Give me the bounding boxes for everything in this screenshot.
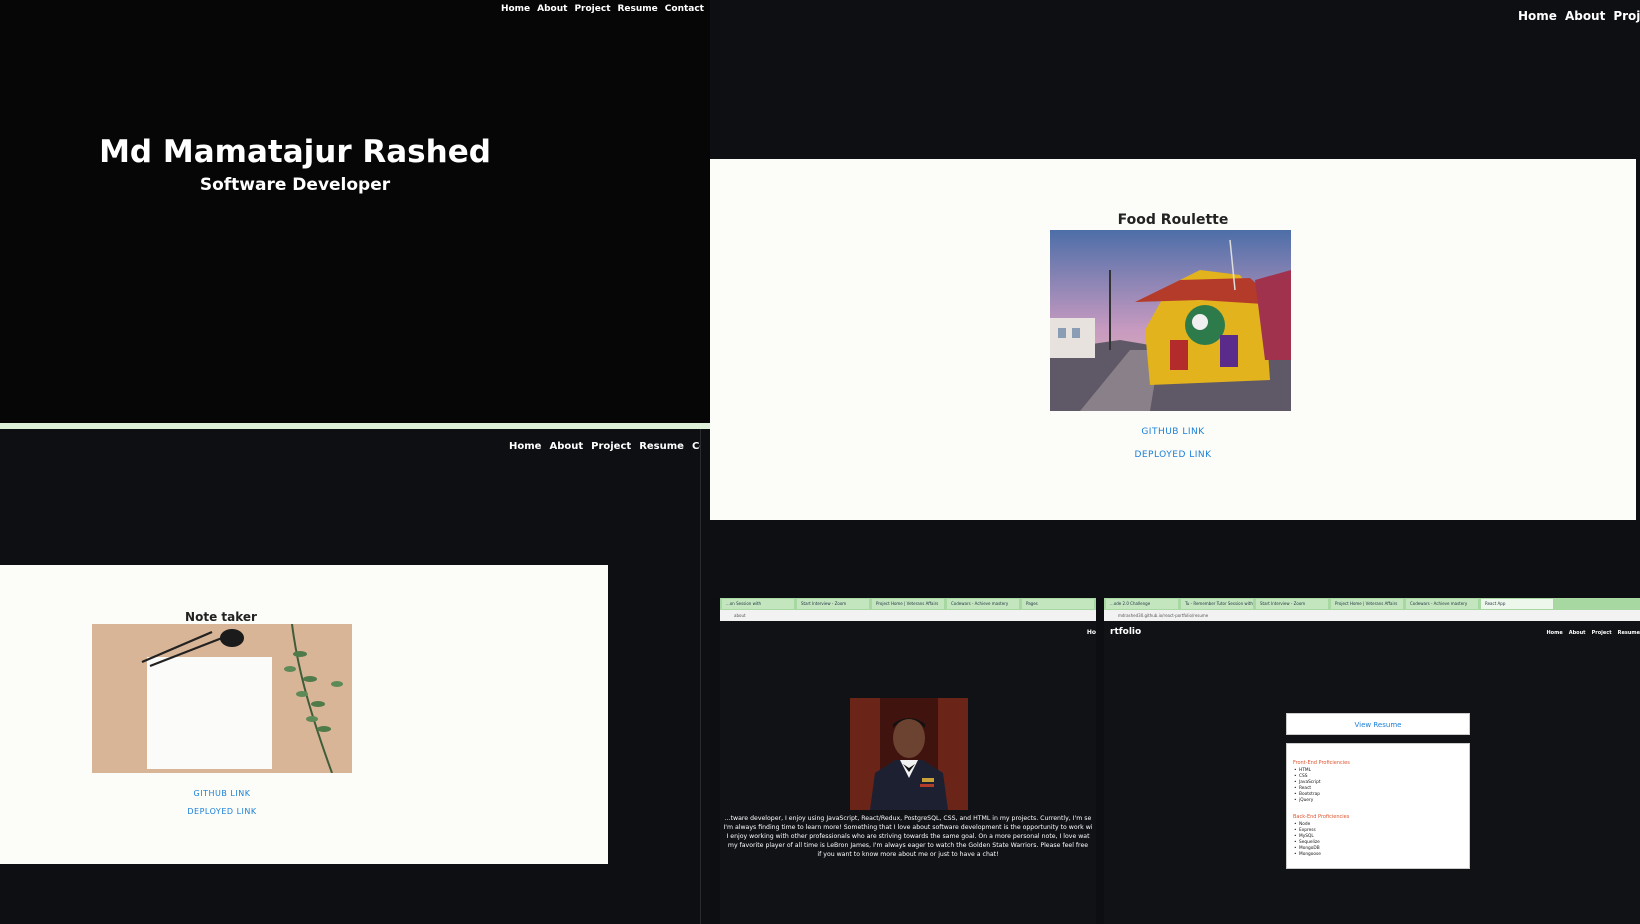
project-title: Note taker [185, 610, 257, 624]
browser-tab[interactable]: Start Interview - Zoom [1256, 599, 1328, 609]
browser-tab[interactable]: Codewars - Achieve mastery [947, 599, 1019, 609]
nav-project[interactable]: Project [591, 441, 631, 452]
deployed-link[interactable]: DEPLOYED LINK [92, 807, 352, 816]
front-end-list: HTML CSS JavaScript React Bootstrap jQue… [1293, 768, 1463, 804]
project-screenshot-food: Home About Project Food Roulette [710, 0, 1640, 598]
project-image [1050, 230, 1291, 411]
address-bar[interactable]: about [720, 610, 1096, 621]
nav-fragment[interactable]: Ho [1087, 629, 1096, 636]
nav-project[interactable]: Project [1592, 630, 1612, 636]
list-item: jQuery [1293, 798, 1463, 804]
top-nav: Home About Project Resume [1547, 630, 1640, 636]
view-resume-button[interactable]: View Resume [1286, 713, 1470, 735]
bio-text: ...tware developer, I enjoy using JavaSc… [720, 814, 1096, 859]
list-item: Mongoose [1293, 852, 1463, 858]
top-nav: Home About Project Resume Contact [501, 4, 704, 14]
nav-contact[interactable]: Contact [665, 4, 704, 14]
nav-about[interactable]: About [549, 441, 583, 452]
nav-home[interactable]: Home [509, 441, 541, 452]
nav-about[interactable]: About [1569, 630, 1586, 636]
about-browser-screenshot: ...on Session with Start Interview - Zoo… [720, 598, 1096, 924]
top-nav: Home About Project [1518, 9, 1640, 23]
nav-about[interactable]: About [537, 4, 567, 14]
nav-about[interactable]: About [1565, 9, 1605, 23]
project-card: Food Roulette GITHUB LINK DEPLOYED LINK [710, 159, 1636, 520]
github-link[interactable]: GITHUB LINK [710, 427, 1636, 437]
browser-tab[interactable]: Tu - Remember Tutor Session with [1181, 599, 1253, 609]
deployed-link[interactable]: DEPLOYED LINK [710, 450, 1636, 460]
divider [700, 429, 710, 924]
browser-tab[interactable]: Project Home | Veterans Affairs [1331, 599, 1403, 609]
github-link[interactable]: GITHUB LINK [92, 789, 352, 798]
nav-project[interactable]: Project [1613, 9, 1640, 23]
browser-tab[interactable]: Start Interview - Zoom [797, 599, 869, 609]
skills-card: Front-End Proficiencies HTML CSS JavaScr… [1286, 743, 1470, 869]
nav-home[interactable]: Home [1547, 630, 1563, 636]
hero-role: Software Developer [199, 175, 391, 195]
hero-name: Md Mamatajur Rashed [99, 134, 491, 170]
nav-resume[interactable]: Resume [639, 441, 684, 452]
project-image [92, 624, 352, 773]
nav-contact[interactable]: Contact [692, 441, 700, 452]
nav-project[interactable]: Project [574, 4, 610, 14]
bio-line: I'm always finding time to learn more! S… [723, 824, 1093, 831]
bio-line: ...tware developer, I enjoy using JavaSc… [724, 815, 1092, 822]
nav-resume[interactable]: Resume [1618, 630, 1640, 636]
nav-home[interactable]: Home [501, 4, 530, 14]
browser-tab[interactable]: Codewars - Achieve mastery [1406, 599, 1478, 609]
browser-tab[interactable]: Pages [1022, 599, 1094, 609]
project-title: Food Roulette [1117, 212, 1229, 228]
site-brand[interactable]: rtfolio [1110, 627, 1141, 637]
browser-tab[interactable]: Project Home | Veterans Affairs [872, 599, 944, 609]
bio-line: if you want to know more about me or jus… [817, 851, 999, 858]
bio-line: I enjoy working with other professionals… [726, 833, 1090, 840]
browser-tab[interactable]: ...on Session with [722, 599, 794, 609]
resume-browser-screenshot: ...ode 2.0 Challenge Tu - Remember Tutor… [1104, 598, 1640, 924]
nav-resume[interactable]: Resume [618, 4, 658, 14]
browser-tab[interactable]: React App [1481, 599, 1553, 609]
resume-page: rtfolio Home About Project Resume View R… [1104, 621, 1640, 924]
about-page: Ho ...tware developer, I enjoy using Jav… [720, 621, 1096, 924]
project-card: Note taker GITHUB LINK DEPLOYED LINK [0, 565, 608, 864]
top-nav: Home About Project Resume Contact [509, 441, 700, 452]
bio-line: my favorite player of all time is LeBron… [727, 842, 1089, 849]
project-screenshot-note: Home About Project Resume Contact Note t… [0, 429, 700, 924]
back-end-heading: Back-End Proficiencies [1293, 814, 1350, 820]
hero-screenshot: Home About Project Resume Contact Md Mam… [0, 0, 710, 423]
browser-tab[interactable]: ...ode 2.0 Challenge [1106, 599, 1178, 609]
address-bar[interactable]: mdrashed30.github.io/react-portfolio/res… [1104, 610, 1640, 621]
nav-home[interactable]: Home [1518, 9, 1557, 23]
profile-photo [850, 698, 968, 810]
tab-bar: ...ode 2.0 Challenge Tu - Remember Tutor… [1104, 598, 1640, 610]
front-end-heading: Front-End Proficiencies [1293, 760, 1350, 766]
tab-bar: ...on Session with Start Interview - Zoo… [720, 598, 1096, 610]
back-end-list: Node Express MySQL Sequelize MongoDB Mon… [1293, 822, 1463, 858]
